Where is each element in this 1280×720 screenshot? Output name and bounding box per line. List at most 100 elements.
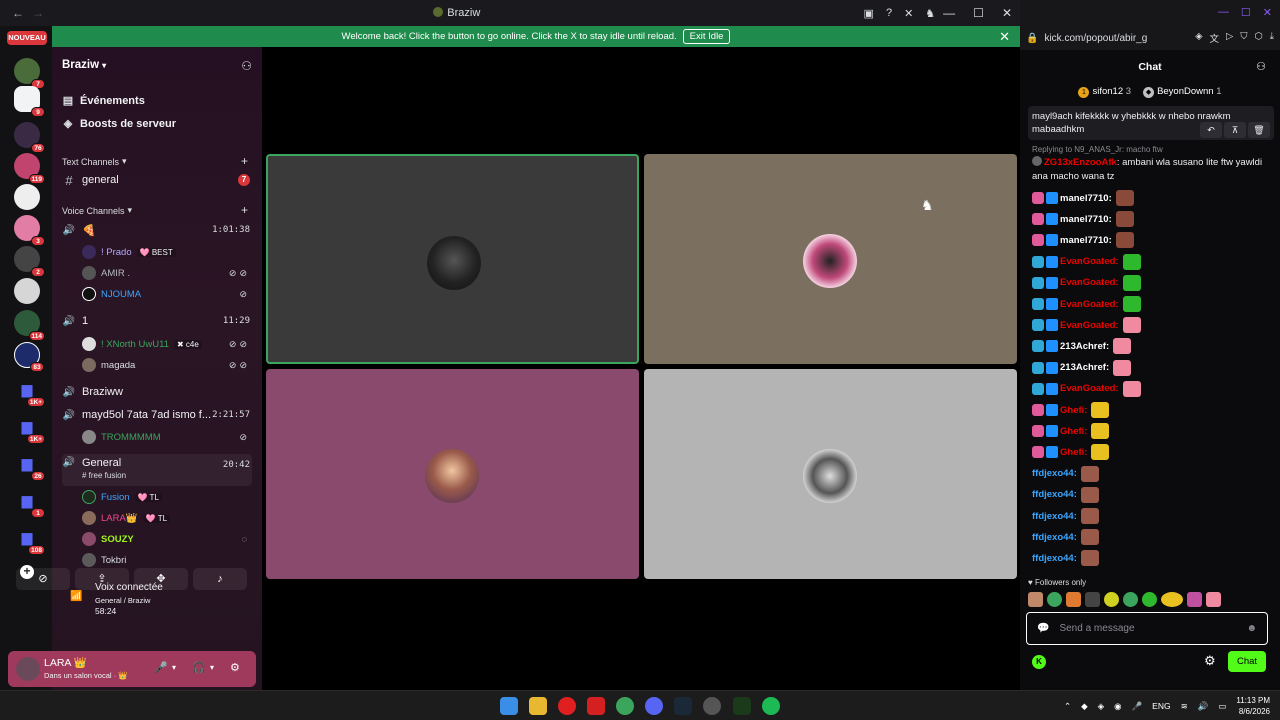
volume-icon[interactable]: 🔊 [1198,701,1209,712]
server-icon[interactable]: 119 [14,153,45,184]
puzzle-icon[interactable]: ⬡ [1255,31,1263,45]
server-icon[interactable]: 3 [14,215,45,246]
close-banner-icon[interactable]: ✕ [999,29,1010,45]
chat-username[interactable]: ffdjexo44: [1032,553,1077,564]
folder-icon[interactable]: ▆ 108 [14,524,45,555]
camera-off-button[interactable]: ⊘ [16,568,70,590]
emote-icon[interactable] [1085,592,1100,607]
voice-user[interactable]: AMIR . ⊘⊘ [82,264,252,282]
chat-username[interactable]: Ghefi: [1060,426,1087,437]
soundboard-button[interactable]: ♪ [193,568,247,590]
tray-app-icon[interactable]: ◉ [1114,701,1121,712]
chat-username[interactable]: EvanGoated: [1060,383,1119,394]
minimize-icon[interactable]: — [943,6,955,20]
server-icon[interactable]: 114 [14,310,45,341]
emote-icon[interactable] [1123,592,1138,607]
tools-icon[interactable]: ✕ [904,7,913,20]
emote-icon[interactable] [1066,592,1081,607]
undo-icon[interactable]: ↶ [1200,122,1222,138]
microphone-icon[interactable]: 🎤 [1132,701,1143,712]
chat-username[interactable]: 213Achref: [1060,341,1109,352]
leader-entry[interactable]: 1 sifon12 3 [1078,86,1131,102]
boosts-link[interactable]: ◈ Boosts de serveur [62,117,176,131]
address-bar[interactable]: 🔒 kick.com/popout/abir_g ◈ 文 ▷ ⛉ ⬡ ⤓ [1020,26,1280,50]
exit-idle-button[interactable]: Exit Idle [682,29,731,44]
spotify-icon[interactable] [762,697,780,715]
wps-icon[interactable] [587,697,605,715]
chat-username[interactable]: ffdjexo44: [1032,468,1077,479]
voice-user[interactable]: magada ⊘⊘ [82,356,252,374]
voice-user[interactable]: SOUZY ◌ [82,530,252,548]
chat-username[interactable]: ffdjexo44: [1032,489,1077,500]
emoji-icon[interactable]: ☻ [1246,623,1257,634]
video-tile-speaking[interactable] [266,154,639,364]
language-indicator[interactable]: ENG [1152,701,1170,711]
emote-picker-icon[interactable]: 💬 [1037,623,1049,634]
voice-user[interactable]: LARA👑 🩷 TL [82,509,252,527]
server-icon[interactable] [14,184,40,210]
emote-icon[interactable] [1187,592,1202,607]
bot-icon[interactable]: ♞ [925,7,935,20]
file-explorer-icon[interactable] [529,697,547,715]
kick-logo-icon[interactable]: K [1032,655,1046,669]
category-voice-channels[interactable]: Voice Channels ▾ [62,205,132,216]
voice-channel[interactable]: 🔊 1 11:29 [62,312,252,330]
voice-user[interactable]: ! XNorth UwU11 ✖ c4e ⊘⊘ [82,335,252,353]
invite-icon[interactable]: ⚇ [241,59,252,73]
inbox-icon[interactable]: ▣ [864,7,874,20]
emote-icon[interactable] [1161,592,1183,607]
chat-username[interactable]: manel7710: [1060,235,1112,246]
activities-button[interactable]: ✥ [134,568,188,590]
screen-share-button[interactable]: ⇪ [75,568,129,590]
chat-username[interactable]: EvanGoated: [1060,320,1119,331]
server-icon[interactable]: 9 [14,86,45,117]
download-icon[interactable]: ⤓ [1270,31,1274,45]
chat-username[interactable]: 213Achref: [1060,362,1109,373]
video-tile[interactable] [644,369,1017,579]
server-icon[interactable]: 7 [14,58,45,89]
voice-channel-active[interactable]: 🔊 General # free fusion 20:42 [62,454,252,486]
discord-icon[interactable] [645,697,663,715]
voice-user[interactable]: NJOUMA ⊘ [82,285,252,303]
emote-icon[interactable] [1047,592,1062,607]
voice-channel[interactable]: 🔊 🍕 1:01:38 [62,221,252,239]
voice-user[interactable]: TROMMMMM ⊘ [82,428,252,446]
folder-icon[interactable]: ▆ 1K+ [14,376,45,407]
voice-channel[interactable]: 🔊 Braziww [62,383,252,401]
voice-user[interactable]: Tokbri [82,551,252,569]
opera-icon[interactable] [558,697,576,715]
minimize-icon[interactable]: — [1218,6,1229,19]
start-icon[interactable] [500,697,518,715]
app-icon[interactable] [703,697,721,715]
voice-user[interactable]: ! Prado 🩷 BEST [82,243,252,261]
video-tile[interactable] [266,369,639,579]
server-icon[interactable] [14,278,40,304]
chrome-icon[interactable] [616,697,634,715]
extension-icon[interactable]: ⛉ [1240,31,1247,45]
folder-icon[interactable]: ▆ 1K+ [14,413,45,444]
help-icon[interactable]: ? [886,7,892,20]
voice-user[interactable]: Fusion 🩷 TL [82,488,252,506]
chevron-up-icon[interactable]: ⌃ [1064,701,1071,712]
chat-username[interactable]: EvanGoated: [1060,299,1119,310]
server-header[interactable]: Braziw ▾ [62,59,106,71]
avatar[interactable] [16,657,40,681]
headphones-icon[interactable]: 🎧 [192,661,206,674]
chat-username[interactable]: manel7710: [1060,193,1112,204]
video-tile[interactable] [644,154,1017,364]
folder-icon[interactable]: ▆ 26 [14,450,45,481]
voice-channel[interactable]: 🔊 mayd5ol 7ata 7ad ismo f... 2:21:57 [62,406,252,424]
settings-gear-icon[interactable]: ⚙ [1204,653,1216,669]
chat-username[interactable]: Ghefi: [1060,447,1087,458]
send-chat-button[interactable]: Chat [1228,651,1266,672]
chat-input-placeholder[interactable]: Send a message [1059,623,1236,634]
users-icon[interactable]: ⚇ [1256,56,1266,78]
microphone-icon[interactable]: 🎤 [154,661,168,674]
chat-username[interactable]: EvanGoated: [1060,277,1119,288]
forward-icon[interactable]: → [32,6,44,20]
battery-icon[interactable]: ▭ [1218,701,1226,712]
folder-icon[interactable]: ▆ 1 [14,487,45,518]
kick-icon[interactable] [733,697,751,715]
server-icon[interactable]: 76 [14,122,45,153]
steam-icon[interactable] [674,697,692,715]
